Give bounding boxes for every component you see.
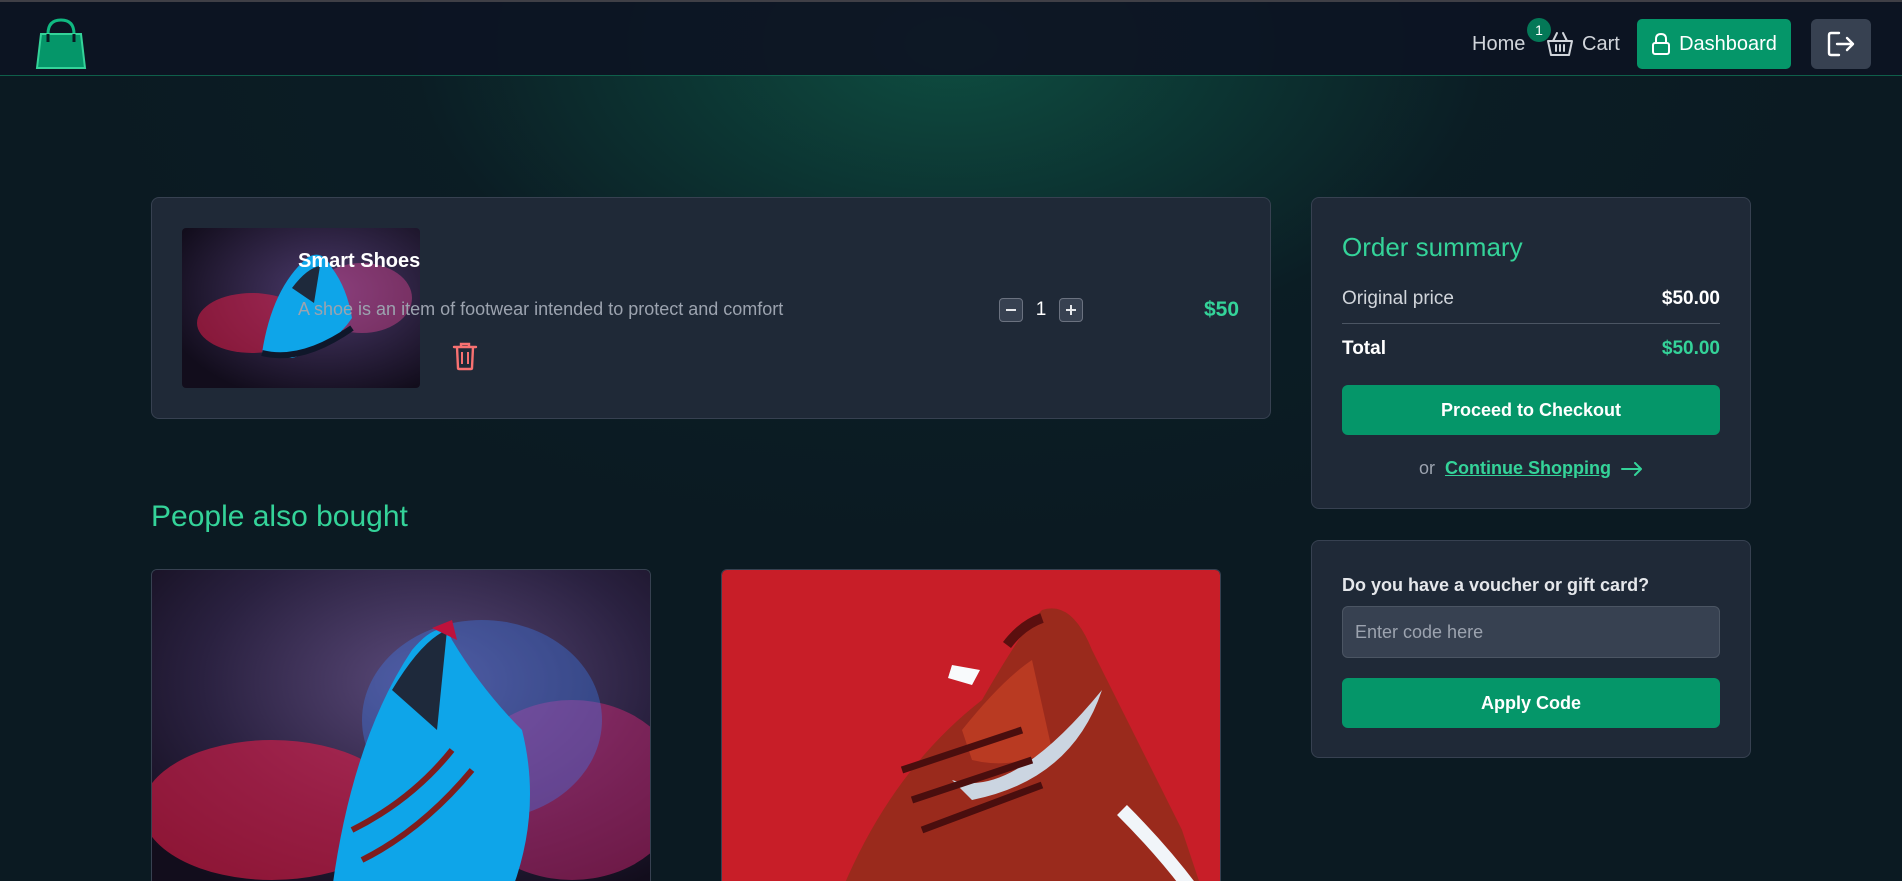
recommended-product-card[interactable] xyxy=(151,569,651,881)
summary-divider xyxy=(1342,323,1720,324)
continue-shopping-row: or Continue Shopping xyxy=(1312,458,1750,479)
recommended-product-image xyxy=(152,570,650,881)
or-text: or xyxy=(1419,458,1436,478)
quantity-stepper: 1 xyxy=(999,298,1083,322)
arrow-right-icon[interactable] xyxy=(1620,461,1643,476)
trash-icon[interactable] xyxy=(452,341,478,371)
logout-button[interactable] xyxy=(1811,19,1871,69)
increase-quantity-button[interactable] xyxy=(1059,298,1083,322)
total-row: Total $50.00 xyxy=(1342,338,1720,360)
lock-icon xyxy=(1652,33,1671,55)
dashboard-button[interactable]: Dashboard xyxy=(1637,19,1791,69)
logout-icon xyxy=(1827,31,1855,57)
continue-shopping-link[interactable]: Continue Shopping xyxy=(1445,458,1611,479)
voucher-label: Do you have a voucher or gift card? xyxy=(1342,575,1650,595)
original-price-label: Original price xyxy=(1342,288,1454,309)
cart-item-price: $50 xyxy=(1204,298,1240,321)
voucher-card: Do you have a voucher or gift card? Appl… xyxy=(1311,540,1751,758)
voucher-code-input[interactable] xyxy=(1342,606,1720,658)
apply-code-button[interactable]: Apply Code xyxy=(1342,678,1720,728)
decrease-quantity-button[interactable] xyxy=(999,298,1023,322)
shopping-basket-icon xyxy=(1547,32,1573,56)
top-navbar: Home 1 Cart Dashboard xyxy=(0,2,1902,76)
quantity-value: 1 xyxy=(1035,299,1047,320)
plus-icon xyxy=(1066,305,1076,315)
total-label: Total xyxy=(1342,338,1386,359)
order-summary-card: Order summary Original price $50.00 Tota… xyxy=(1311,197,1751,509)
nav-cart-label: Cart xyxy=(1582,32,1620,55)
recommended-product-image xyxy=(722,570,1220,881)
cart-item-description: A shoe is an item of footwear intended t… xyxy=(298,299,784,319)
original-price-value: $50.00 xyxy=(1661,288,1720,309)
minus-icon xyxy=(1006,309,1016,311)
nav-cart-link[interactable]: Cart xyxy=(1546,27,1620,61)
people-also-bought-title: People also bought xyxy=(151,500,408,533)
proceed-to-checkout-button[interactable]: Proceed to Checkout xyxy=(1342,385,1720,435)
shopping-bag-logo-icon[interactable] xyxy=(34,16,88,70)
dashboard-label: Dashboard xyxy=(1679,32,1777,55)
original-price-row: Original price $50.00 xyxy=(1342,288,1720,310)
order-summary-title: Order summary xyxy=(1342,232,1523,262)
total-value: $50.00 xyxy=(1661,338,1720,359)
cart-item-name[interactable]: Smart Shoes xyxy=(298,250,420,273)
nav-home-link[interactable]: Home xyxy=(1472,33,1525,56)
recommended-product-card[interactable] xyxy=(721,569,1221,881)
